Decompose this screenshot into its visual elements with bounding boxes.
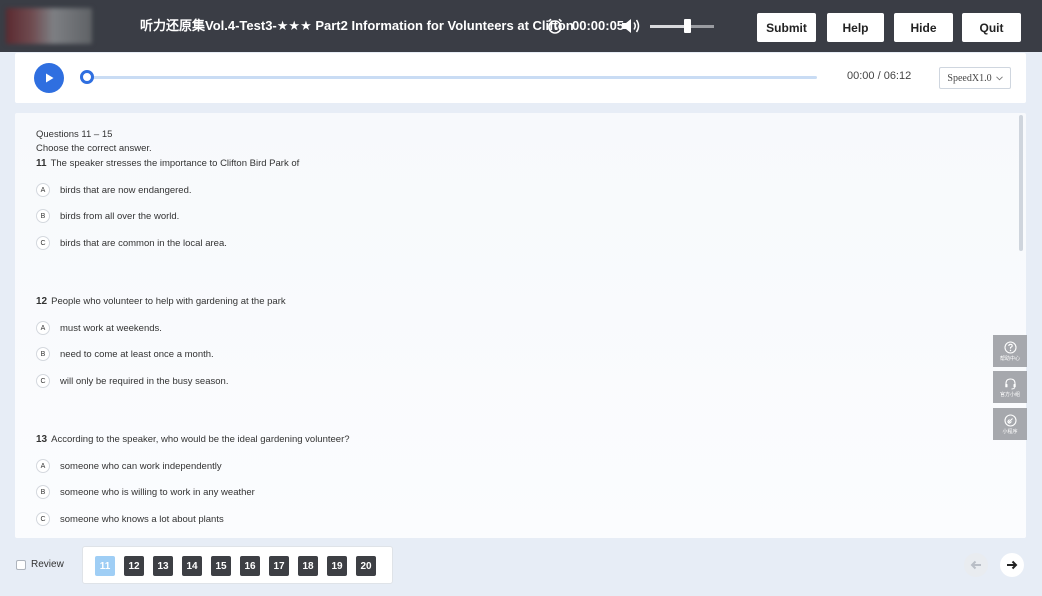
option-text: someone who can work independently [60,460,222,472]
submit-button[interactable]: Submit [757,13,816,42]
option-text: birds that are now endangered. [60,184,192,196]
question-nav-12[interactable]: 12 [124,556,144,576]
question-range: Questions 11 – 15 [36,129,113,140]
question-12-option-a[interactable]: A must work at weekends. [36,321,162,335]
volume-slider-handle[interactable] [684,19,692,33]
question-nav-13[interactable]: 13 [153,556,173,576]
audio-progress-handle[interactable] [80,70,94,84]
question-13-option-a[interactable]: A someone who can work independently [36,459,222,473]
question-text: The speaker stresses the importance to C… [50,158,300,169]
next-button[interactable] [1000,553,1024,577]
play-icon [46,73,54,83]
volume-icon[interactable] [620,17,642,35]
question-12-option-b[interactable]: B need to come at least once a month. [36,347,214,361]
question-12-option-c[interactable]: C will only be required in the busy seas… [36,374,228,388]
question-nav-17[interactable]: 17 [269,556,289,576]
question-11-option-a[interactable]: A birds that are now endangered. [36,183,192,197]
audio-player: 00:00 / 06:12 SpeedX1.0 [15,53,1026,103]
hide-button[interactable]: Hide [894,13,953,42]
speed-value: SpeedX1.0 [947,72,992,84]
alarm-clock-icon [547,18,563,34]
option-text: birds from all over the world. [60,210,180,222]
question-number: 11 [36,158,47,169]
option-letter: C [36,512,50,526]
scrollbar[interactable] [1019,115,1023,251]
question-nav-11[interactable]: 11 [95,556,115,576]
help-center-tool[interactable]: 帮助中心 [993,335,1027,367]
question-panel: Questions 11 – 15 Choose the correct ans… [15,113,1026,538]
play-button[interactable] [34,63,64,93]
audio-time: 00:00 / 06:12 [847,70,912,82]
quit-button[interactable]: Quit [962,13,1021,42]
logo [6,8,92,44]
question-13-option-c[interactable]: C someone who knows a lot about plants [36,512,224,526]
question-nav-16[interactable]: 16 [240,556,260,576]
option-letter: C [36,374,50,388]
option-text: must work at weekends. [60,322,162,334]
question-number: 12 [36,296,48,307]
arrow-left-icon [970,560,981,570]
question-11-option-b[interactable]: B birds from all over the world. [36,209,179,223]
question-11-title: 11 The speaker stresses the importance to… [36,158,299,169]
side-tool-label: 官方小组 [999,391,1020,398]
checkbox[interactable] [16,559,26,570]
question-text: According to the speaker, who would be t… [51,434,350,445]
help-button[interactable]: Help [827,13,884,42]
question-nav-15[interactable]: 15 [211,556,231,576]
option-text: someone who is willing to work in any we… [60,486,255,498]
volume-fill [650,25,688,28]
question-11-option-c[interactable]: C birds that are common in the local are… [36,236,227,250]
mini-program-tool[interactable]: 小程序 [993,408,1027,440]
top-bar: 听力还原集Vol.4-Test3-★★★ Part2 Information f… [0,0,1042,52]
headset-icon [1004,377,1016,389]
option-letter: A [36,183,50,197]
question-13-title: 13 According to the speaker, who would be… [36,434,350,445]
option-letter: C [36,236,50,250]
question-nav-20[interactable]: 20 [356,556,376,576]
question-number: 13 [36,434,48,445]
help-circle-icon [1003,340,1017,354]
question-13-option-b[interactable]: B someone who is willing to work in any … [36,485,255,499]
question-navigator: 11 12 13 14 15 16 17 18 19 20 [82,546,393,584]
arrow-right-icon [1007,560,1018,570]
audio-progress-bar[interactable] [87,76,817,79]
side-tool-label: 小程序 [1002,428,1018,435]
question-text: People who volunteer to help with garden… [51,296,286,307]
option-letter: A [36,321,50,335]
review-label: Review [31,559,64,570]
option-text: need to come at least once a month. [60,348,214,360]
official-group-tool[interactable]: 官方小组 [993,371,1027,403]
option-text: birds that are common in the local area. [60,237,227,249]
option-letter: A [36,459,50,473]
option-letter: B [36,209,50,223]
question-12-title: 12 People who volunteer to help with gard… [36,296,286,307]
question-instruction: Choose the correct answer. [36,143,152,154]
side-tool-label: 帮助中心 [999,355,1020,362]
option-text: will only be required in the busy season… [60,375,229,387]
chevron-down-icon [995,75,1003,80]
previous-button[interactable] [964,553,988,577]
option-text: someone who knows a lot about plants [60,513,224,525]
question-nav-14[interactable]: 14 [182,556,202,576]
volume-slider[interactable] [650,25,714,28]
review-checkbox[interactable]: Review [16,559,64,570]
link-icon [1003,413,1017,427]
option-letter: B [36,347,50,361]
test-title: 听力还原集Vol.4-Test3-★★★ Part2 Information f… [140,18,574,33]
timer: 00:00:05 [572,18,625,33]
question-nav-18[interactable]: 18 [298,556,318,576]
question-nav-19[interactable]: 19 [327,556,347,576]
speed-select[interactable]: SpeedX1.0 [939,67,1011,89]
option-letter: B [36,485,50,499]
